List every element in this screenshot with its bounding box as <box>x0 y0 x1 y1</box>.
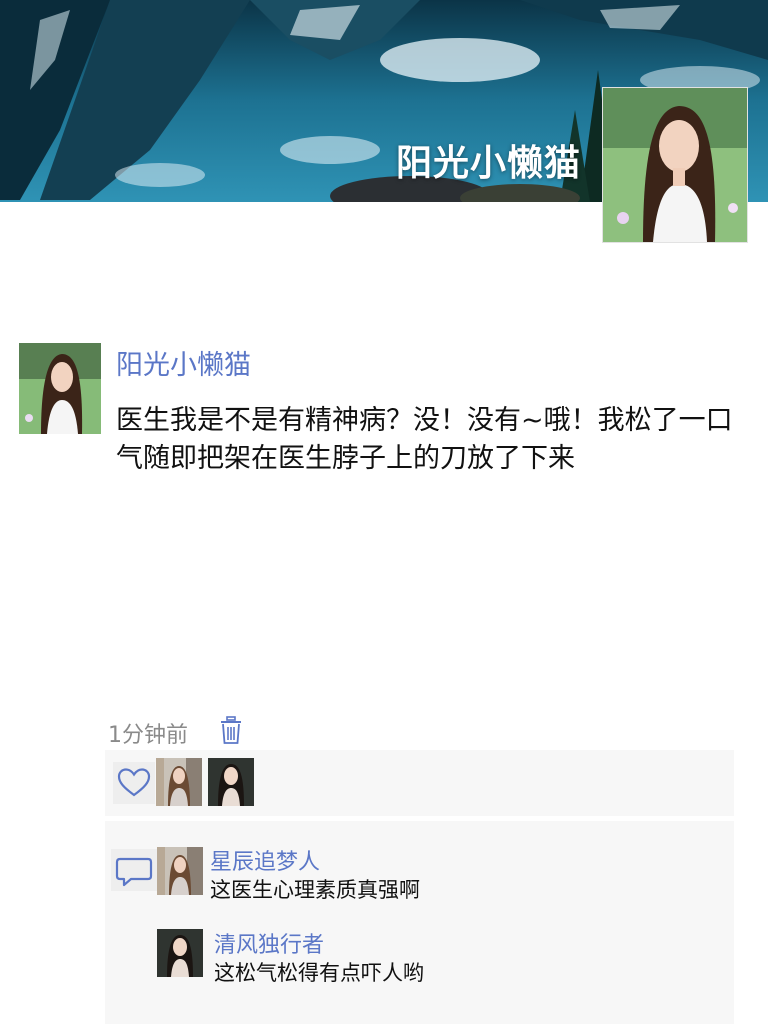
portrait-image <box>156 758 202 806</box>
comment-avatar[interactable] <box>157 847 203 895</box>
comments-panel: 星辰追梦人 这医生心理素质真强啊 清风独行者 这松气松得有点吓人哟 <box>105 821 734 1024</box>
post-timestamp: 1分钟前 <box>108 723 188 748</box>
like-avatar[interactable] <box>156 758 202 806</box>
post-author-name[interactable]: 阳光小懒猫 <box>116 343 251 382</box>
post-author-avatar[interactable] <box>19 343 101 434</box>
portrait-image <box>208 758 254 806</box>
comment-author-name[interactable]: 星辰追梦人 <box>210 844 320 876</box>
comment-icon[interactable] <box>111 849 157 891</box>
portrait-image <box>157 847 203 895</box>
like-avatar[interactable] <box>208 758 254 806</box>
trash-icon[interactable] <box>219 716 243 745</box>
post-content: 医生我是不是有精神病？没！没有~哦！我松了一口气随即把架在医生脖子上的刀放了下来 <box>116 405 733 474</box>
comment-author-name[interactable]: 清风独行者 <box>214 927 324 959</box>
portrait-image <box>157 929 203 977</box>
portrait-image <box>603 88 747 242</box>
profile-avatar[interactable] <box>602 87 748 243</box>
portrait-image <box>19 343 101 434</box>
comment-text: 这松气松得有点吓人哟 <box>214 961 424 985</box>
comment-avatar[interactable] <box>157 929 203 977</box>
cover-user-name: 阳光小懒猫 <box>395 143 581 184</box>
comment-text: 这医生心理素质真强啊 <box>210 878 420 902</box>
heart-icon[interactable] <box>113 762 155 804</box>
likes-panel <box>105 750 734 816</box>
moments-page: 阳光小懒猫 阳光小懒猫 医生我是不是有精神病？没！没有~哦！我松了一口气随即把架… <box>0 0 768 1024</box>
